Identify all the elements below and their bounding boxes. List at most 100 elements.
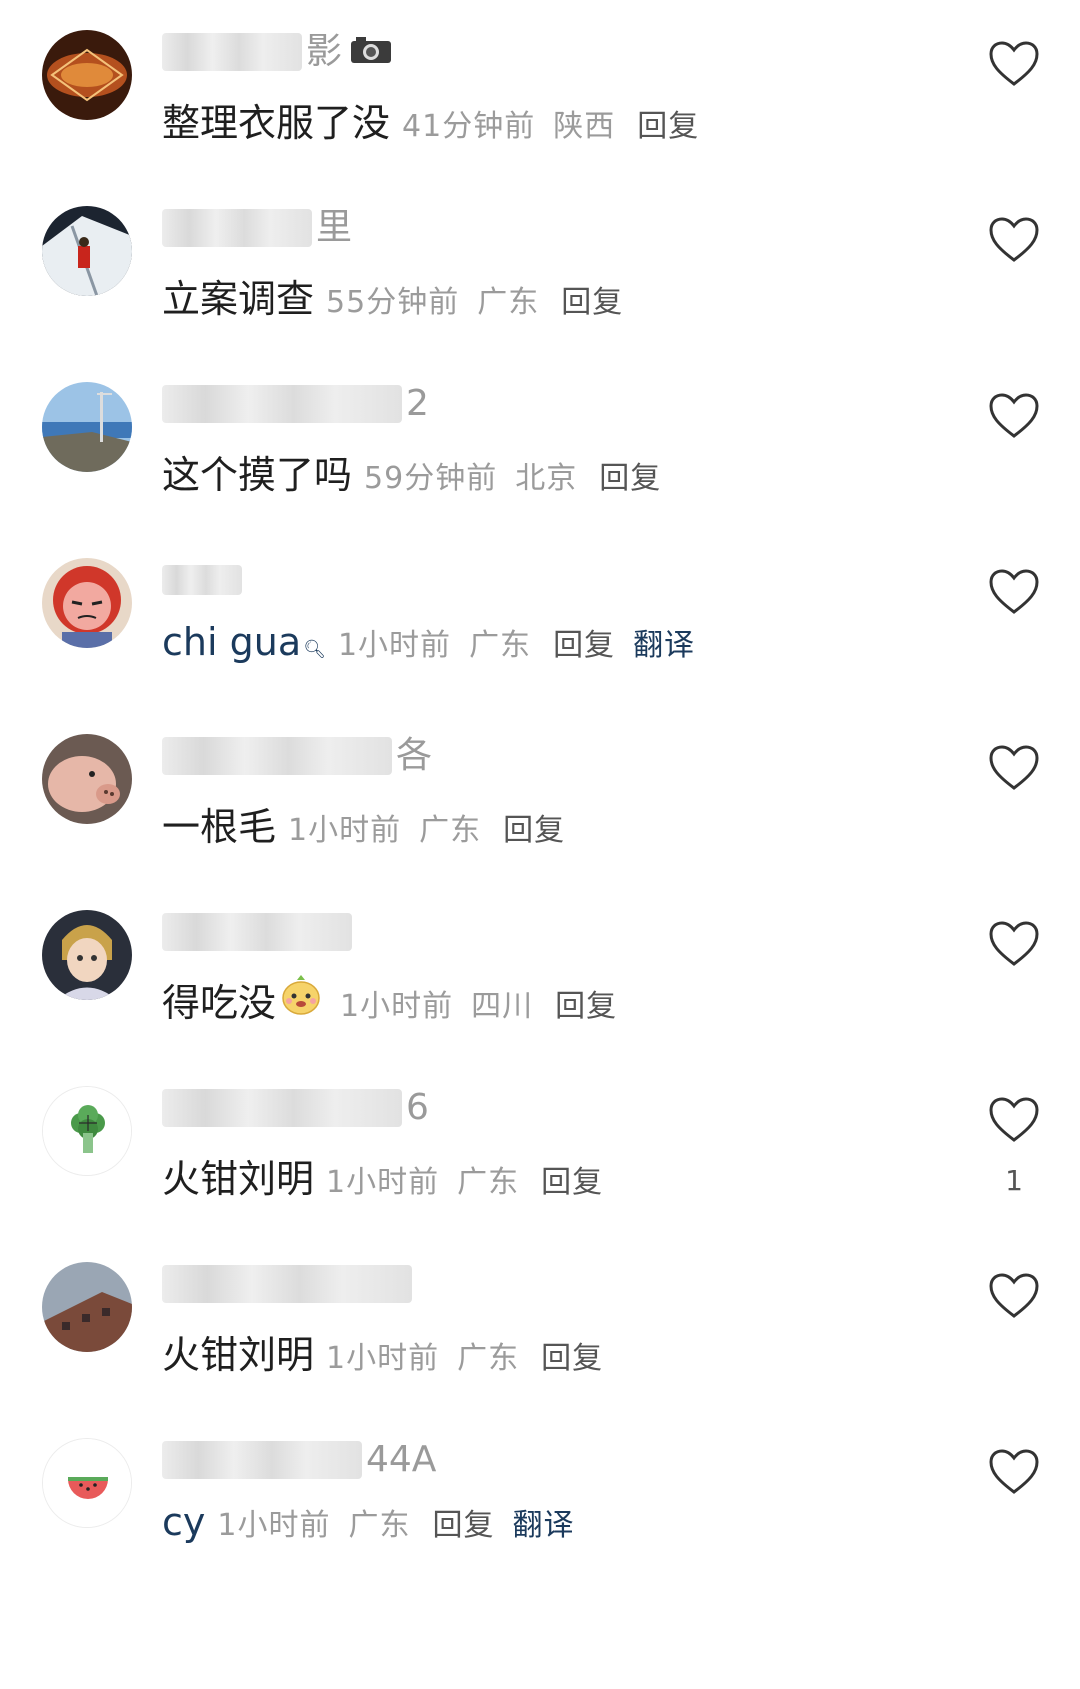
avatar[interactable] xyxy=(42,1438,132,1528)
like-button[interactable] xyxy=(988,1448,1040,1498)
avatar[interactable] xyxy=(42,558,132,648)
comment-time: 1小时前 xyxy=(217,1508,331,1543)
username[interactable]: 里 xyxy=(162,206,352,250)
avatar[interactable] xyxy=(42,1262,132,1352)
like-button[interactable] xyxy=(988,40,1040,90)
avatar[interactable] xyxy=(42,206,132,296)
blurred-username xyxy=(162,1441,362,1479)
heart-icon xyxy=(989,1097,1039,1142)
heart-icon xyxy=(989,1449,1039,1494)
comment-content: cy xyxy=(162,1500,206,1544)
like-button[interactable] xyxy=(988,568,1040,618)
comment-text-row: chi gua 🔍︎ 1小时前 广东 回复 翻译 xyxy=(162,620,695,670)
comment-content: chi gua xyxy=(162,620,302,664)
comment-text-row: 立案调查 55分钟前 广东 回复 xyxy=(162,268,623,321)
comment-content: 得吃没 xyxy=(162,981,277,1025)
reply-button[interactable]: 回复 xyxy=(541,1333,603,1377)
reply-button[interactable]: 回复 xyxy=(541,1157,603,1201)
comment-text-row: 这个摸了吗 59分钟前 北京 回复 xyxy=(162,444,661,497)
like-button[interactable] xyxy=(988,920,1040,970)
like-button[interactable] xyxy=(988,392,1040,442)
heart-icon xyxy=(989,921,1039,966)
comment-item: 6 火钳刘明 1小时前 广东 回复 1 xyxy=(0,1056,1080,1246)
reply-button[interactable]: 回复 xyxy=(561,277,623,321)
blurred-username xyxy=(162,209,312,247)
comment-item: 里 立案调查 55分钟前 广东 回复 xyxy=(0,176,1080,366)
username[interactable]: 2 xyxy=(162,382,429,426)
heart-icon xyxy=(989,1273,1039,1318)
comment-time: 1小时前 xyxy=(326,1165,440,1200)
avatar[interactable] xyxy=(42,30,132,120)
heart-icon xyxy=(989,393,1039,438)
search-icon[interactable]: 🔍︎ xyxy=(303,639,326,660)
comment-content: 这个摸了吗 xyxy=(162,453,353,497)
blurred-username xyxy=(162,1265,412,1303)
like-button[interactable] xyxy=(988,216,1040,266)
comment-time: 1小时前 xyxy=(340,989,454,1024)
avatar[interactable] xyxy=(42,1086,132,1176)
comment-time: 59分钟前 xyxy=(364,461,498,496)
reply-button[interactable]: 回复 xyxy=(432,1500,494,1544)
username[interactable]: 44A xyxy=(162,1438,436,1482)
comment-location: 四川 xyxy=(471,989,534,1024)
comment-item: 得吃没 1小时前 四川 回复 xyxy=(0,880,1080,1070)
heart-icon xyxy=(989,569,1039,614)
blurred-username xyxy=(162,565,242,595)
comment-location: 陕西 xyxy=(553,109,616,144)
comment-item: chi gua 🔍︎ 1小时前 广东 回复 翻译 xyxy=(0,528,1080,718)
like-button[interactable] xyxy=(988,744,1040,794)
comment-text-row: 得吃没 1小时前 四川 回复 xyxy=(162,972,617,1025)
like-button[interactable] xyxy=(988,1096,1040,1146)
comment-content: 火钳刘明 xyxy=(162,1157,315,1201)
camera-icon xyxy=(350,35,392,69)
avatar[interactable] xyxy=(42,382,132,472)
username[interactable] xyxy=(162,1262,412,1306)
username-visible-part: 影 xyxy=(306,31,343,72)
comment-location: 广东 xyxy=(469,628,532,663)
reply-button[interactable]: 回复 xyxy=(503,805,565,849)
comment-location: 广东 xyxy=(477,285,540,320)
comment-text-row: 一根毛 1小时前 广东 回复 xyxy=(162,796,565,849)
heart-icon xyxy=(989,217,1039,262)
comment-item: 各 一根毛 1小时前 广东 回复 xyxy=(0,704,1080,894)
username-visible-part: 44A xyxy=(366,1439,437,1480)
reply-button[interactable]: 回复 xyxy=(637,101,699,145)
username-visible-part: 6 xyxy=(406,1087,429,1128)
comment-list: 影 整理衣服了没 41分钟前 陕西 回复 里 立案调查 55分钟前 广东 回复 … xyxy=(0,0,1080,1689)
comment-time: 55分钟前 xyxy=(326,285,460,320)
comment-time: 1小时前 xyxy=(337,628,452,663)
username[interactable]: 影 xyxy=(162,30,392,74)
comment-item: 44A cy 1小时前 广东 回复 翻译 xyxy=(0,1408,1080,1598)
comment-item: 2 这个摸了吗 59分钟前 北京 回复 xyxy=(0,352,1080,542)
blurred-username xyxy=(162,1089,402,1127)
reply-button[interactable]: 回复 xyxy=(599,453,661,497)
comment-time: 1小时前 xyxy=(326,1341,440,1376)
like-button[interactable] xyxy=(988,1272,1040,1322)
avatar[interactable] xyxy=(42,734,132,824)
translate-button[interactable]: 翻译 xyxy=(633,620,695,664)
comment-text-row: 火钳刘明 1小时前 广东 回复 xyxy=(162,1324,603,1377)
comment-content: 火钳刘明 xyxy=(162,1333,315,1377)
comment-location: 广东 xyxy=(457,1341,520,1376)
face-emoji-icon xyxy=(280,974,322,1020)
blurred-username xyxy=(162,737,392,775)
username[interactable]: 6 xyxy=(162,1086,429,1130)
heart-icon xyxy=(989,41,1039,86)
username[interactable]: 各 xyxy=(162,734,432,778)
heart-icon xyxy=(989,745,1039,790)
username-visible-part: 里 xyxy=(316,207,353,248)
avatar[interactable] xyxy=(42,910,132,1000)
username-visible-part: 各 xyxy=(396,735,433,776)
comment-text-row: 火钳刘明 1小时前 广东 回复 xyxy=(162,1148,603,1201)
username[interactable] xyxy=(162,558,242,602)
comment-location: 广东 xyxy=(348,1508,411,1543)
comment-content: 一根毛 xyxy=(162,805,277,849)
username[interactable] xyxy=(162,910,352,954)
comment-time: 1小时前 xyxy=(288,813,402,848)
like-count: 1 xyxy=(1005,1164,1023,1197)
translate-button[interactable]: 翻译 xyxy=(512,1500,574,1544)
reply-button[interactable]: 回复 xyxy=(553,620,615,664)
username-visible-part: 2 xyxy=(406,383,429,424)
comment-text-row: 整理衣服了没 41分钟前 陕西 回复 xyxy=(162,92,699,145)
reply-button[interactable]: 回复 xyxy=(555,981,617,1025)
